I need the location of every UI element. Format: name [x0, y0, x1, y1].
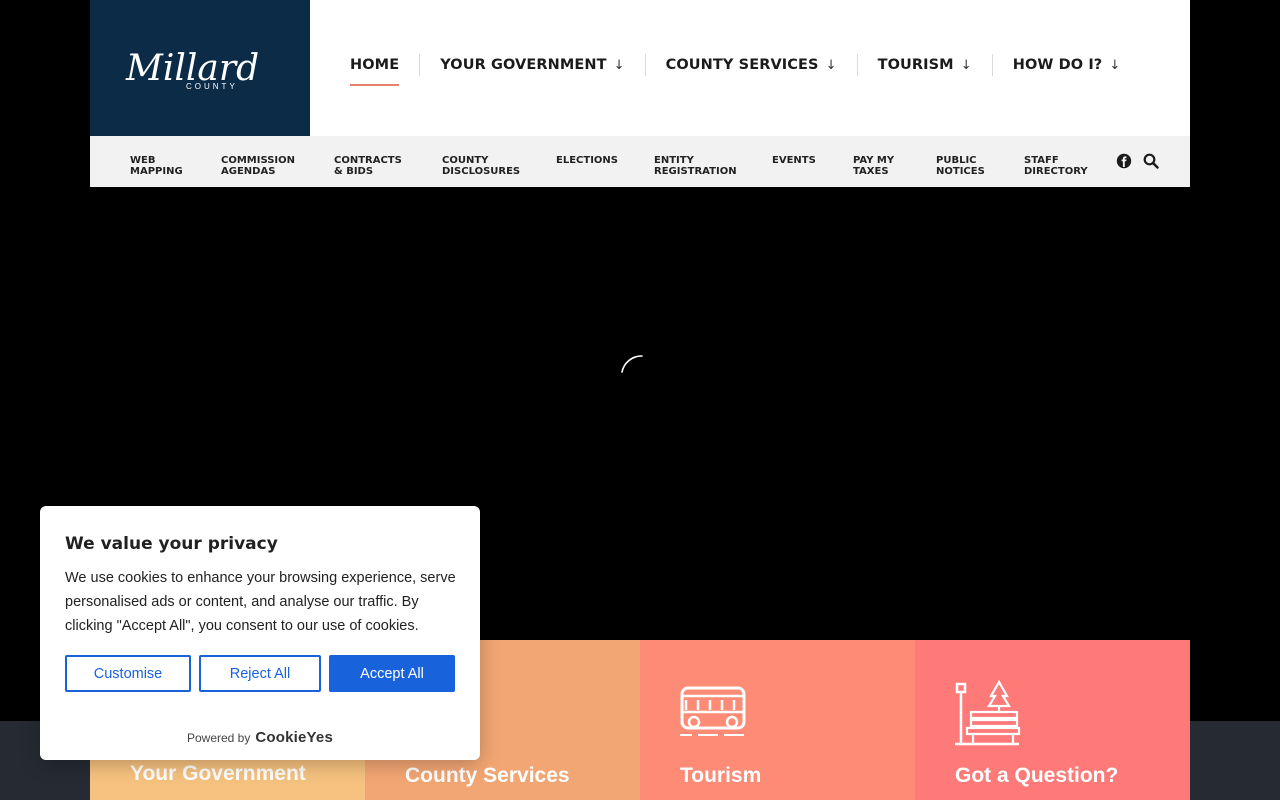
search-icon[interactable] [1143, 153, 1159, 169]
arrow-down-icon: ↓ [1109, 57, 1121, 73]
millard-county-logo: Millard COUNTY [125, 48, 259, 91]
quick-link-contracts-bids[interactable]: CONTRACTS & BIDS [334, 155, 402, 177]
nav-how-do-i[interactable]: HOW DO I? ↓ [1013, 53, 1121, 77]
reject-all-button[interactable]: Reject All [199, 655, 321, 692]
main-nav: HOME YOUR GOVERNMENT ↓ COUNTY SERVICES ↓… [350, 50, 1121, 86]
nav-divider [644, 54, 646, 76]
logo-subtext: COUNTY [186, 82, 238, 91]
facebook-icon[interactable] [1116, 153, 1132, 169]
tile-county-services-title: County Services [405, 764, 570, 787]
arrow-down-icon: ↓ [825, 57, 837, 73]
quick-link-web-mapping[interactable]: WEB MAPPING [130, 155, 183, 177]
quick-link-events[interactable]: EVENTS [772, 155, 816, 166]
accept-all-button[interactable]: Accept All [329, 655, 455, 692]
tile-got-a-question[interactable]: Got a Question? [915, 640, 1190, 800]
arrow-down-icon: ↓ [613, 57, 625, 73]
nav-county-services[interactable]: COUNTY SERVICES ↓ [666, 53, 837, 77]
quick-link-commission-agendas[interactable]: COMMISSION AGENDAS [221, 155, 295, 177]
nav-tourism-label: TOURISM [877, 57, 954, 73]
nav-home[interactable]: HOME [350, 53, 400, 86]
nav-county-services-label: COUNTY SERVICES [665, 57, 819, 73]
nav-tourism[interactable]: TOURISM ↓ [878, 53, 972, 77]
cookie-description: We use cookies to enhance your browsing … [65, 570, 456, 634]
quick-link-pay-taxes[interactable]: PAY MY TAXES [853, 155, 894, 177]
powered-by-label: Powered by [186, 730, 251, 745]
nav-your-government-label: YOUR GOVERNMENT [440, 57, 607, 73]
quick-link-elections[interactable]: ELECTIONS [556, 155, 618, 166]
cookie-consent-dialog: We value your privacy We use cookies to … [40, 506, 480, 760]
bus-icon [680, 686, 746, 736]
page: Millard COUNTY HOME YOUR GOVERNMENT ↓ CO… [0, 0, 1280, 800]
site-header: Millard COUNTY HOME YOUR GOVERNMENT ↓ CO… [90, 0, 1190, 136]
tile-tourism[interactable]: Tourism [640, 640, 915, 800]
nav-divider [991, 54, 993, 76]
arrow-down-icon: ↓ [960, 57, 972, 73]
tile-got-a-question-title: Got a Question? [955, 764, 1119, 787]
nav-divider [419, 54, 421, 76]
quick-links-bar: WEB MAPPING COMMISSION AGENDAS CONTRACTS… [90, 136, 1190, 187]
quick-link-staff-directory[interactable]: STAFF DIRECTORY [1024, 155, 1088, 177]
tile-tourism-title: Tourism [680, 764, 762, 787]
nav-home-label: HOME [350, 57, 400, 73]
nav-how-do-i-label: HOW DO I? [1012, 57, 1103, 73]
park-bench-icon [955, 680, 1021, 746]
quick-link-public-notices[interactable]: PUBLIC NOTICES [936, 155, 985, 177]
loading-spinner-icon [621, 355, 643, 373]
cookieyes-logo[interactable]: CookieYes [255, 729, 333, 746]
quick-link-county-disclosures[interactable]: COUNTY DISCLOSURES [442, 155, 520, 177]
tile-your-government-title: Your Government [130, 762, 306, 785]
powered-by: Powered by CookieYes [40, 729, 480, 746]
customise-button[interactable]: Customise [65, 655, 191, 692]
site-logo[interactable]: Millard COUNTY [90, 0, 310, 136]
nav-divider [856, 54, 858, 76]
cookie-title: We value your privacy [65, 534, 278, 554]
quick-link-entity-registration[interactable]: ENTITY REGISTRATION [654, 155, 737, 177]
nav-your-government[interactable]: YOUR GOVERNMENT ↓ [440, 53, 624, 77]
